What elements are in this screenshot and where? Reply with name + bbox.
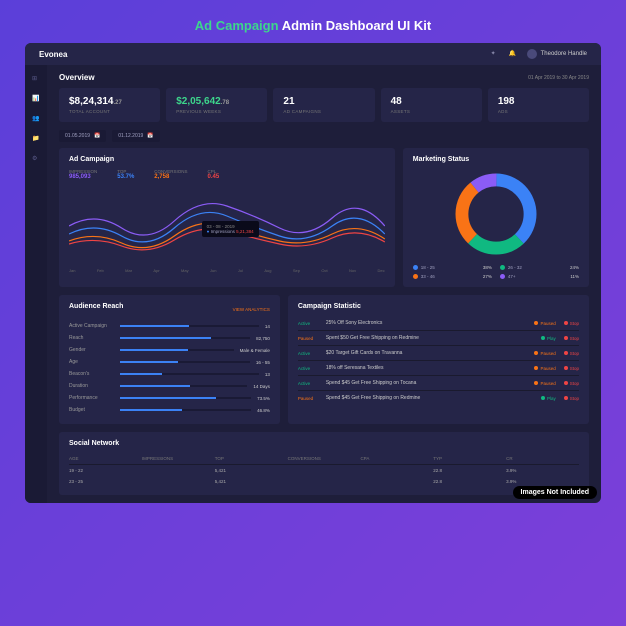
dashboard-window: Evonea ✦ 🔔 Theodore Handle ⊞ 📊 👥 📁 ⚙ Ove… <box>25 43 601 503</box>
table-row: 23 - 255,42122.83.9% <box>69 476 579 487</box>
panel-title: Social Network <box>69 440 579 447</box>
overview-heading: Overview <box>59 73 95 82</box>
brand-logo[interactable]: Evonea <box>39 50 67 59</box>
rocket-icon[interactable]: ✦ <box>491 50 499 58</box>
campaign-row: Active25% Off Sony ElectronicsPausedStop <box>298 316 579 331</box>
date-from-input[interactable]: 01.05.2019📅 <box>59 130 106 142</box>
campaign-row: Active$20 Target Gift Cards on TravannaP… <box>298 346 579 361</box>
bell-icon[interactable]: 🔔 <box>509 50 517 58</box>
chart-tooltip: 03 - 08 - 2019 ● Impressions 5,21,384 <box>202 221 259 237</box>
user-name: Theodore Handle <box>541 51 587 57</box>
audience-panel: Audience Reach VIEW ANALYTICS Active Cam… <box>59 295 280 424</box>
audience-row: GenderMale & Female <box>69 344 270 356</box>
audience-row: Beacon's13 <box>69 368 270 380</box>
metric: IMPRESSION985,093 <box>69 169 97 180</box>
campaign-row: PausedSpend $45 Get Free Shipping on Red… <box>298 391 579 405</box>
page-title: Ad Campaign Admin Dashboard UI Kit <box>25 18 601 33</box>
audience-row: Duration14 Days <box>69 380 270 392</box>
audience-row: Performance73.5% <box>69 392 270 404</box>
panel-title: Marketing Status <box>413 156 579 163</box>
stop-button[interactable]: Stop <box>564 336 579 341</box>
campaign-row: PausedSpent $50 Get Free Shipping on Red… <box>298 331 579 346</box>
legend-item: 47+11% <box>500 274 579 279</box>
folder-icon[interactable]: 📁 <box>32 135 40 143</box>
metric: CPL0.45 <box>208 169 220 180</box>
pause-button[interactable]: Paused <box>534 381 555 386</box>
disclaimer-badge: Images Not Included <box>513 486 597 499</box>
chart-icon[interactable]: 📊 <box>32 95 40 103</box>
stop-button[interactable]: Stop <box>564 351 579 356</box>
marketing-panel: Marketing Status 18 - 2538% 26 - 3224% 33 … <box>403 148 589 287</box>
metric: CONVERSIONS2,758 <box>154 169 187 180</box>
ad-campaign-panel: Ad Campaign IMPRESSION985,093 TOP53.7% CON… <box>59 148 395 287</box>
pause-button[interactable]: Paused <box>534 351 555 356</box>
legend-item: 33 - 4627% <box>413 274 492 279</box>
audience-row: Active Campaign14 <box>69 320 270 332</box>
panel-title: Campaign Statistic <box>298 303 579 310</box>
stop-button[interactable]: Stop <box>564 396 579 401</box>
play-button[interactable]: Play <box>541 336 556 341</box>
campaign-row: Active18% off Seresana TextilesPausedSto… <box>298 361 579 376</box>
user-menu[interactable]: Theodore Handle <box>527 49 587 59</box>
view-analytics-link[interactable]: VIEW ANALYTICS <box>233 307 270 312</box>
stat-card[interactable]: 21AD CAMPAIGNS <box>273 88 374 122</box>
stop-button[interactable]: Stop <box>564 381 579 386</box>
avatar <box>527 49 537 59</box>
campaign-panel: Campaign Statistic Active25% Off Sony El… <box>288 295 589 424</box>
pause-button[interactable]: Paused <box>534 366 555 371</box>
audience-row: Budget46.8% <box>69 404 270 416</box>
metric: TOP53.7% <box>117 169 134 180</box>
sidebar: ⊞ 📊 👥 📁 ⚙ <box>25 65 47 503</box>
panel-title: Ad Campaign <box>69 156 385 163</box>
calendar-icon: 📅 <box>94 133 100 139</box>
social-panel: Social Network AGEIMPRESSIONSTOPCONVERSI… <box>59 432 589 495</box>
campaign-row: ActiveSpend $45 Get Free Shipping on Toc… <box>298 376 579 391</box>
audience-row: Age16 - 55 <box>69 356 270 368</box>
users-icon[interactable]: 👥 <box>32 115 40 123</box>
table-row: 19 - 225,42122.83.9% <box>69 465 579 476</box>
home-icon[interactable]: ⊞ <box>32 75 40 83</box>
date-range[interactable]: 01 Apr 2019 to 30 Apr 2019 <box>528 75 589 81</box>
play-button[interactable]: Play <box>541 396 556 401</box>
main-content: Overview 01 Apr 2019 to 30 Apr 2019 $8,2… <box>47 65 601 503</box>
stat-card[interactable]: $2,05,642.78PREVIOUS WEEKS <box>166 88 267 122</box>
legend-item: 26 - 3224% <box>500 265 579 270</box>
topbar: Evonea ✦ 🔔 Theodore Handle <box>25 43 601 65</box>
line-chart[interactable]: 03 - 08 - 2019 ● Impressions 5,21,384 <box>69 186 385 266</box>
stat-card[interactable]: $8,24,314.27TOTAL ACCOUNT <box>59 88 160 122</box>
donut-chart[interactable] <box>451 169 541 259</box>
settings-icon[interactable]: ⚙ <box>32 155 40 163</box>
stop-button[interactable]: Stop <box>564 321 579 326</box>
legend-item: 18 - 2538% <box>413 265 492 270</box>
stop-button[interactable]: Stop <box>564 366 579 371</box>
stat-card[interactable]: 48ASSETS <box>381 88 482 122</box>
panel-title: Audience Reach <box>69 303 123 310</box>
date-to-input[interactable]: 01.12.2019📅 <box>112 130 159 142</box>
pause-button[interactable]: Paused <box>534 321 555 326</box>
calendar-icon: 📅 <box>147 133 153 139</box>
stat-card[interactable]: 198ADS <box>488 88 589 122</box>
audience-row: Reach82,750 <box>69 332 270 344</box>
